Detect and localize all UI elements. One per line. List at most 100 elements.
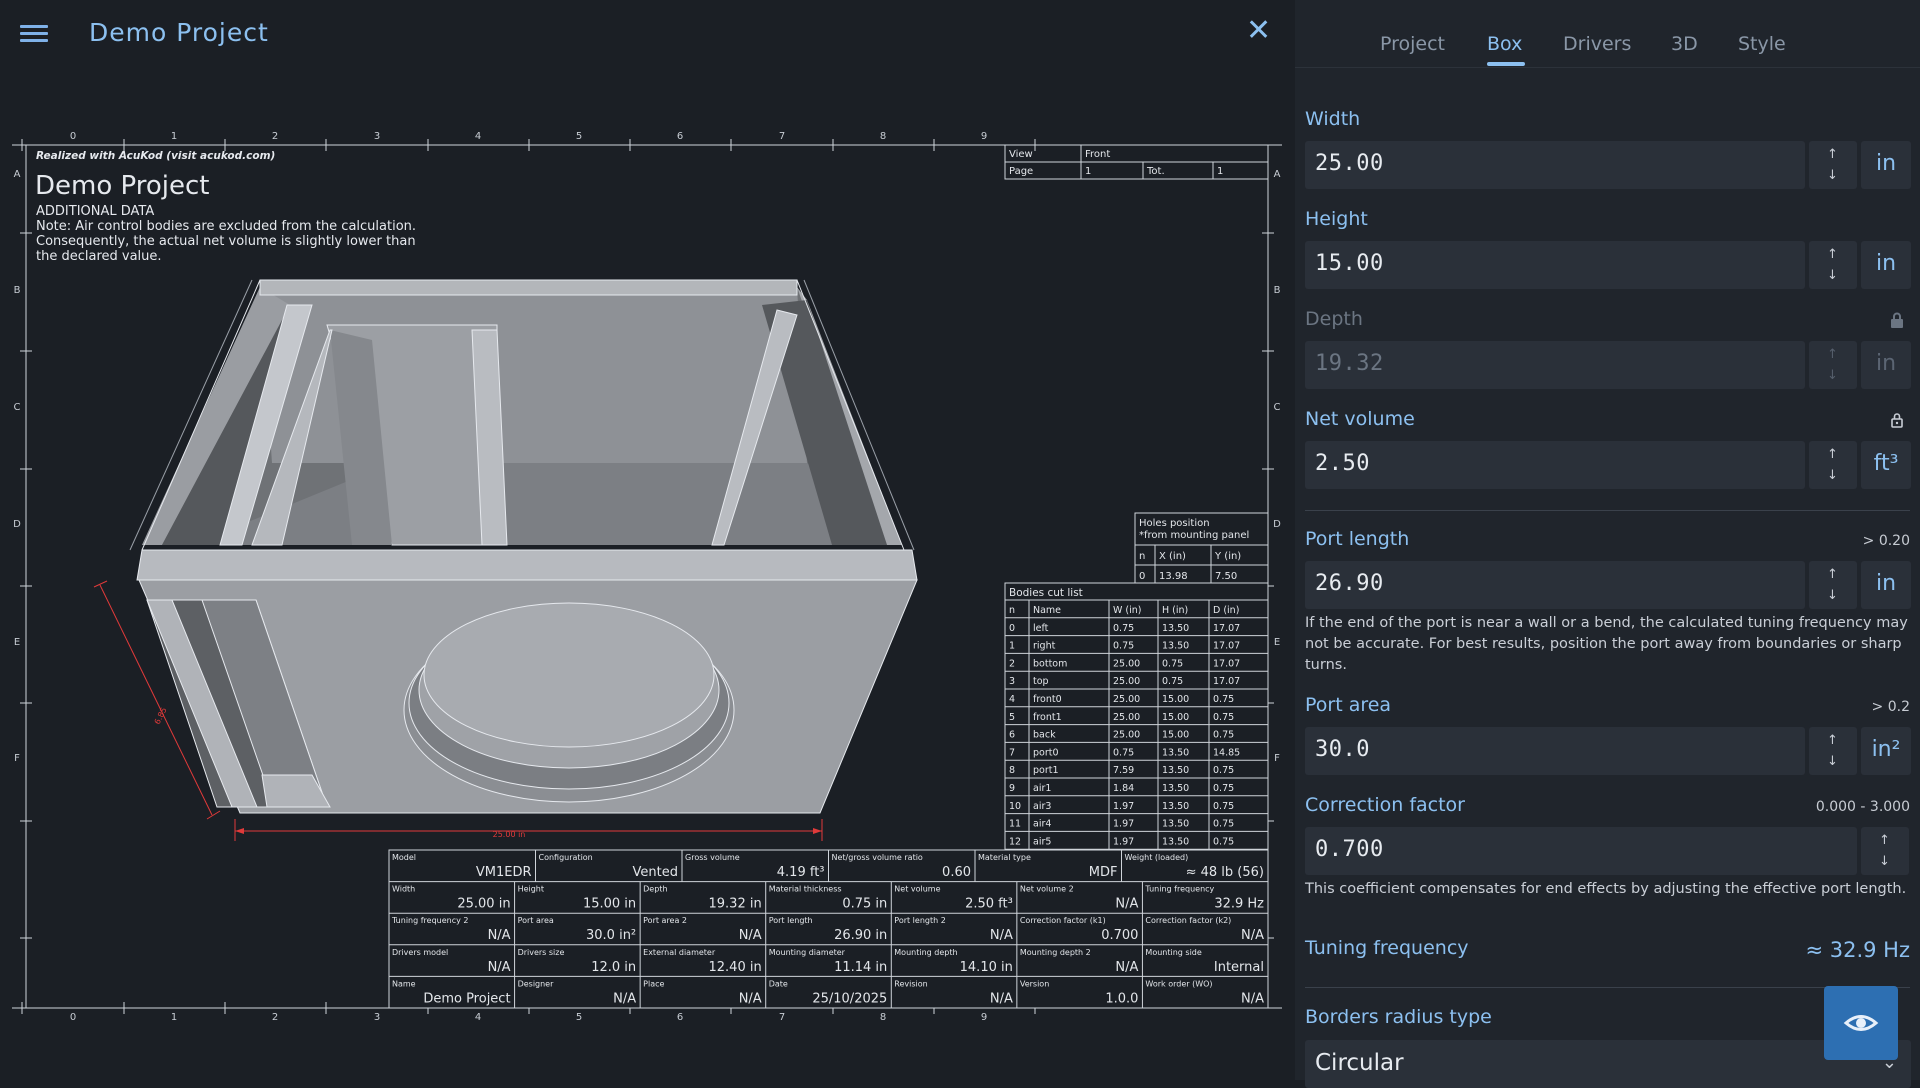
arrow-down-icon[interactable]: ↓ bbox=[1827, 468, 1838, 483]
cut-list-cell: 7.59 bbox=[1113, 765, 1134, 776]
cut-list-cell: 9 bbox=[1009, 783, 1015, 794]
ruler-label: 0 bbox=[70, 131, 76, 142]
view-table: View Front Page 1 Tot. 1 bbox=[1004, 144, 1269, 180]
height-input[interactable]: 15.00 bbox=[1305, 241, 1805, 289]
spec-label: Model bbox=[392, 853, 416, 862]
arrow-down-icon[interactable]: ↓ bbox=[1879, 854, 1890, 869]
spec-value: 2.50 ft³ bbox=[965, 897, 1013, 912]
menu-icon[interactable] bbox=[20, 22, 48, 46]
ruler-label: 3 bbox=[374, 1012, 380, 1020]
net-volume-stepper[interactable]: ↑ ↓ bbox=[1809, 441, 1857, 489]
ruler-label: 9 bbox=[981, 131, 987, 142]
spec-label: Port area 2 bbox=[643, 916, 687, 925]
arrow-up-icon[interactable]: ↑ bbox=[1827, 447, 1838, 462]
spec-value: 32.9 Hz bbox=[1214, 897, 1264, 912]
arrow-up-icon[interactable]: ↑ bbox=[1827, 147, 1838, 162]
eye-icon[interactable] bbox=[1824, 986, 1898, 1060]
depth-input[interactable]: 19.32 bbox=[1305, 341, 1805, 389]
cut-list-cell: 0.75 bbox=[1113, 623, 1134, 634]
spec-value: 19.32 in bbox=[709, 897, 762, 912]
arrow-up-icon[interactable]: ↑ bbox=[1827, 733, 1838, 748]
ruler-label: 3 bbox=[374, 131, 380, 142]
cut-list-cell: 17.07 bbox=[1213, 623, 1240, 634]
width-unit-button[interactable]: in bbox=[1861, 141, 1911, 189]
ruler-label: E bbox=[1274, 637, 1280, 648]
cut-list-cell: 0.75 bbox=[1213, 783, 1234, 794]
ruler-label: D bbox=[13, 519, 21, 530]
spec-value: 0.75 in bbox=[842, 897, 887, 912]
tab-style[interactable]: Style bbox=[1738, 33, 1786, 55]
port-area-input[interactable]: 30.0 bbox=[1305, 727, 1805, 775]
tab-3d[interactable]: 3D bbox=[1671, 33, 1698, 55]
depth-unit-button[interactable]: in bbox=[1861, 341, 1911, 389]
watermark-text: Realized with AcuKod (visit acukod.com) bbox=[36, 150, 275, 162]
ruler-label: 1 bbox=[171, 1012, 177, 1020]
borders-radius-select[interactable]: Circular ⌄ bbox=[1305, 1040, 1911, 1088]
port-area-stepper[interactable]: ↑ ↓ bbox=[1809, 727, 1857, 775]
borders-radius-label: Borders radius type bbox=[1305, 1006, 1492, 1028]
cut-list-cell: 0.75 bbox=[1113, 747, 1134, 758]
arrow-up-icon[interactable]: ↑ bbox=[1879, 833, 1890, 848]
height-unit-button[interactable]: in bbox=[1861, 241, 1911, 289]
spec-label: Designer bbox=[518, 979, 555, 988]
ruler-label: 9 bbox=[981, 1012, 987, 1020]
spec-value: Demo Project bbox=[423, 991, 510, 1006]
spec-value: 26.90 in bbox=[834, 928, 887, 943]
height-stepper[interactable]: ↑ ↓ bbox=[1809, 241, 1857, 289]
port-area-unit-button[interactable]: in² bbox=[1861, 727, 1911, 775]
correction-factor-hint: 0.000 - 3.000 bbox=[1815, 799, 1910, 815]
cut-list-cell: 17.07 bbox=[1213, 658, 1240, 669]
tab-project[interactable]: Project bbox=[1380, 33, 1445, 55]
spec-label: Material type bbox=[978, 853, 1031, 862]
ruler-label: 0 bbox=[70, 1012, 76, 1020]
correction-factor-label: Correction factor bbox=[1305, 794, 1465, 816]
svg-text:Front: Front bbox=[1085, 149, 1110, 160]
arrow-down-icon[interactable]: ↓ bbox=[1827, 588, 1838, 603]
svg-text:0: 0 bbox=[1139, 571, 1145, 582]
width-stepper[interactable]: ↑ ↓ bbox=[1809, 141, 1857, 189]
net-volume-unit-button[interactable]: ft³ bbox=[1861, 441, 1911, 489]
ruler-top: 0 1 2 3 4 5 6 7 8 9 bbox=[21, 131, 1036, 151]
port-length-stepper[interactable]: ↑ ↓ bbox=[1809, 561, 1857, 609]
cut-list-cell: 1.97 bbox=[1113, 836, 1134, 847]
arrow-down-icon[interactable]: ↓ bbox=[1827, 168, 1838, 183]
cut-list-cell: air1 bbox=[1033, 783, 1051, 794]
box-3d-illustration: 25.00 in 6.85 bbox=[93, 279, 918, 841]
depth-stepper[interactable]: ↑ ↓ bbox=[1809, 341, 1857, 389]
spec-label: Port area bbox=[518, 916, 554, 925]
cut-list-cell: 0.75 bbox=[1213, 730, 1234, 741]
lock-icon[interactable] bbox=[1890, 312, 1904, 328]
correction-factor-stepper[interactable]: ↑ ↓ bbox=[1861, 827, 1909, 875]
width-label: Width bbox=[1305, 108, 1361, 130]
lock-icon[interactable] bbox=[1890, 412, 1904, 428]
cut-list-cell: 15.00 bbox=[1162, 730, 1189, 741]
spec-label: Drivers model bbox=[392, 948, 448, 957]
tab-drivers[interactable]: Drivers bbox=[1563, 33, 1631, 55]
settings-panel: Project Box Drivers 3D Style Width 25.00… bbox=[1295, 0, 1920, 1088]
arrow-up-icon[interactable]: ↑ bbox=[1827, 567, 1838, 582]
spec-value: N/A bbox=[739, 928, 762, 943]
width-input[interactable]: 25.00 bbox=[1305, 141, 1805, 189]
spec-value: 15.00 in bbox=[583, 897, 636, 912]
spec-value: 14.10 in bbox=[960, 960, 1013, 975]
spec-value: N/A bbox=[488, 928, 511, 943]
arrow-down-icon[interactable]: ↓ bbox=[1827, 268, 1838, 283]
tab-box[interactable]: Box bbox=[1487, 33, 1522, 55]
arrow-down-icon[interactable]: ↓ bbox=[1827, 754, 1838, 769]
cut-list-cell: 13.50 bbox=[1162, 641, 1189, 652]
arrow-up-icon[interactable]: ↑ bbox=[1827, 247, 1838, 262]
note-line-2: Consequently, the actual net volume is s… bbox=[36, 234, 416, 249]
cut-list-cell: 25.00 bbox=[1113, 712, 1140, 723]
net-volume-input[interactable]: 2.50 bbox=[1305, 441, 1805, 489]
ruler-label: E bbox=[14, 637, 20, 648]
cut-list-cell: 0.75 bbox=[1213, 819, 1234, 830]
port-length-unit-button[interactable]: in bbox=[1861, 561, 1911, 609]
correction-factor-input[interactable]: 0.700 bbox=[1305, 827, 1857, 875]
spec-label: Height bbox=[518, 885, 544, 894]
spec-label: Mounting diameter bbox=[769, 948, 846, 957]
port-length-input[interactable]: 26.90 bbox=[1305, 561, 1805, 609]
close-icon[interactable]: ✕ bbox=[1246, 16, 1271, 46]
spec-label: Correction factor (k1) bbox=[1020, 916, 1106, 925]
spec-label: Version bbox=[1020, 979, 1049, 988]
cut-list-header: n bbox=[1009, 605, 1015, 616]
